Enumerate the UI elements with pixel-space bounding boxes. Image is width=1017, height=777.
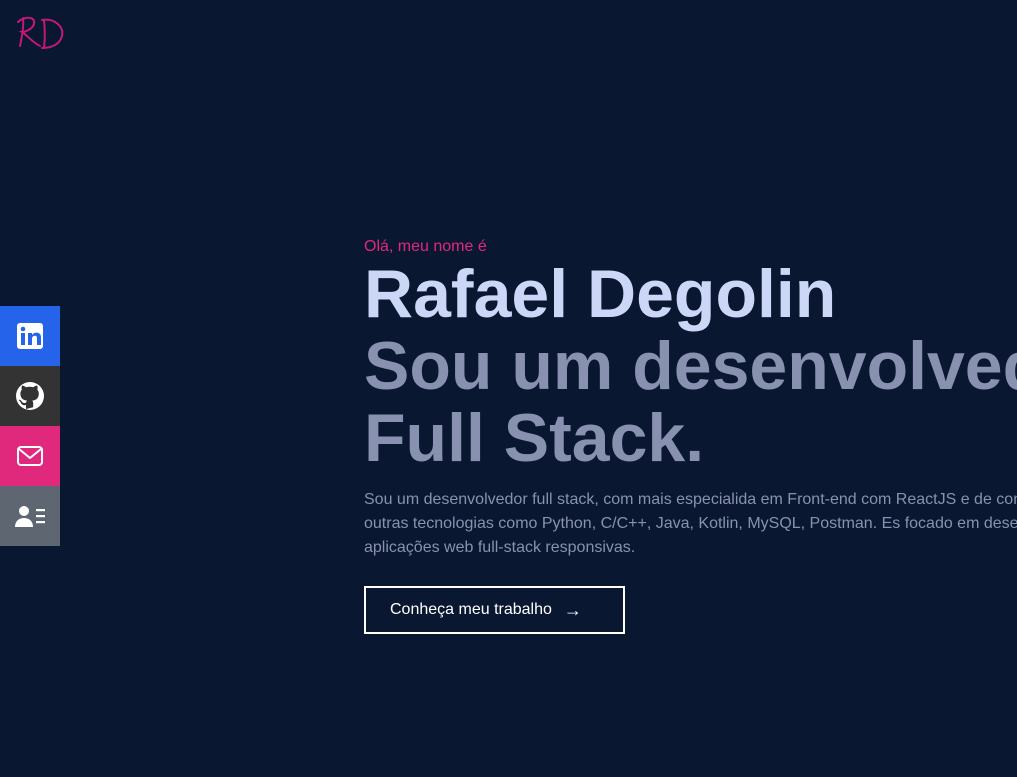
logo[interactable] [14,12,68,54]
github-link[interactable] [0,366,60,426]
greeting-text: Olá, meu nome é [364,238,487,255]
social-sidebar [0,306,60,546]
logo-mark [17,16,64,49]
hero-description: Sou um desenvolvedor full stack, com mai… [364,491,1017,556]
github-icon [16,382,44,410]
work-cta-button[interactable]: Conheça meu trabalho → [364,586,625,634]
hero-section: Olá, meu nome é Rafael Degolin Sou um de… [364,236,1017,634]
email-link[interactable] [0,426,60,486]
arrow-right-icon: → [563,600,582,620]
hero-tagline: Sou um desenvolvedor Full Stack. [364,328,1017,476]
contact-card-icon [15,506,45,527]
cta-label: Conheça meu trabalho [390,601,552,618]
linkedin-icon [17,323,43,349]
resume-link[interactable] [0,486,60,546]
envelope-icon [17,446,43,466]
hero-name: Rafael Degolin [364,256,837,332]
linkedin-link[interactable] [0,306,60,366]
